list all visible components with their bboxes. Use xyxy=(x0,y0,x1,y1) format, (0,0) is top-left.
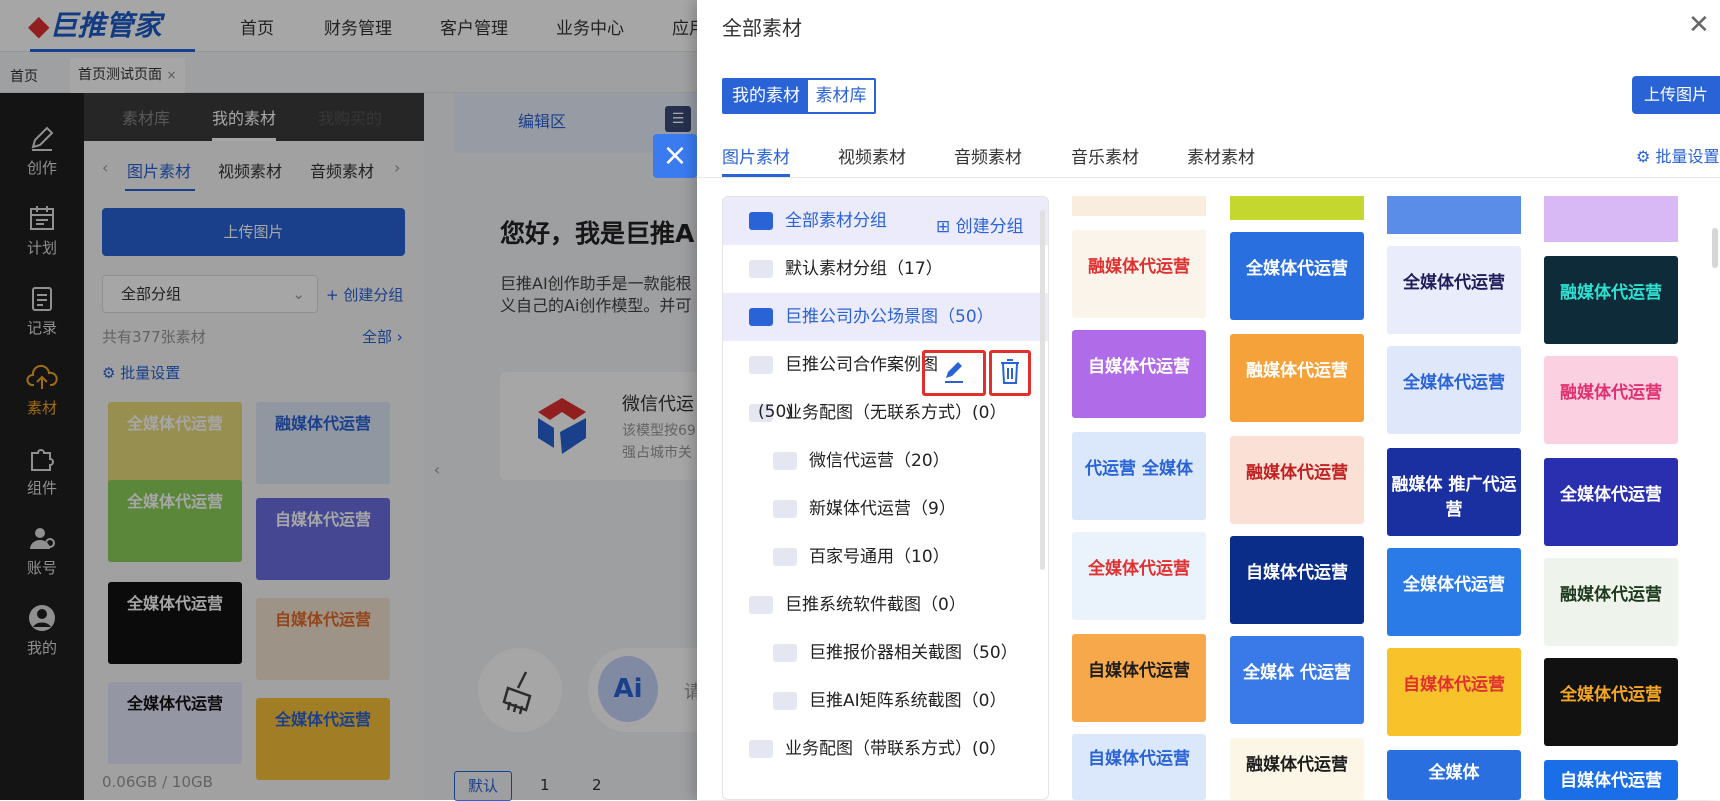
tree-row[interactable]: 新媒体代运营（9） xyxy=(723,485,1048,533)
tree-row-label: 巨推报价器相关截图（50） xyxy=(809,643,1018,663)
tree-row[interactable]: 巨推报价器相关截图（50） xyxy=(723,629,1048,677)
folder-icon xyxy=(749,212,773,230)
drawer-create-group-label: 创建分组 xyxy=(955,217,1024,237)
folder-icon xyxy=(773,692,797,710)
modal-overlay[interactable] xyxy=(0,0,700,800)
grid-thumb[interactable]: 全媒体 代运营 xyxy=(1230,636,1364,724)
edit-icon[interactable] xyxy=(942,358,966,384)
grid-thumb[interactable]: 融媒体代运营 xyxy=(1230,334,1364,422)
drawer-tab-music[interactable]: 音乐素材 xyxy=(1071,143,1139,168)
folder-icon xyxy=(749,740,773,758)
drawer-tab-video[interactable]: 视频素材 xyxy=(838,143,906,168)
grid-thumb[interactable]: 融媒体代运营 xyxy=(1230,436,1364,524)
grid-thumb[interactable]: 自媒体代运营 xyxy=(1230,536,1364,624)
folder-icon xyxy=(749,356,773,374)
tree-row-label: 微信代运营（20） xyxy=(809,451,950,471)
tree-row[interactable]: 微信代运营（20） xyxy=(723,437,1048,485)
tree-row-label: 业务配图（无联系方式）(0） xyxy=(785,403,1007,423)
grid-thumb[interactable]: 自媒体代运营 xyxy=(1544,760,1678,800)
segment-my-material[interactable]: 我的素材 xyxy=(724,80,808,112)
tree-row-label: 巨推公司办公场景图（50） xyxy=(785,307,994,327)
grid-thumb[interactable]: 全媒体代运营 xyxy=(1230,232,1364,320)
gear-icon: ⚙ xyxy=(1636,147,1656,166)
folder-icon xyxy=(773,644,797,662)
grid-thumb[interactable]: 代运营 全媒体 xyxy=(1072,432,1206,520)
grid-thumb[interactable]: 全媒体代运营 xyxy=(1544,658,1678,746)
folder-icon xyxy=(749,596,773,614)
tree-row-label: 默认素材分组（17） xyxy=(785,259,943,279)
folder-icon xyxy=(749,260,773,278)
grid-thumb[interactable]: 融媒体代运营 xyxy=(1230,738,1364,800)
grid-thumb[interactable]: 自媒体代运营 xyxy=(1072,330,1206,418)
grid-thumb[interactable]: 融媒体代运营 xyxy=(1072,230,1206,318)
close-icon[interactable]: ✕ xyxy=(1688,10,1710,40)
trash-icon[interactable] xyxy=(998,356,1022,386)
grid-thumb[interactable]: 融媒体代运营 xyxy=(1544,558,1678,646)
grid-thumb[interactable]: 全媒体代运营 xyxy=(1387,346,1521,434)
grid-thumb[interactable]: 自媒体代运营 xyxy=(1072,734,1206,800)
drawer-tab-audio[interactable]: 音频素材 xyxy=(954,143,1022,168)
folder-icon xyxy=(773,548,797,566)
drawer-upload-button[interactable]: 上传图片 xyxy=(1632,76,1720,114)
grid-thumb[interactable]: 自媒体代运营 xyxy=(1072,634,1206,722)
tree-row-label: 全部素材分组 xyxy=(785,211,887,231)
tree-row[interactable]: 百家号通用（10） xyxy=(723,533,1048,581)
tree-row-label: 巨推系统软件截图（0） xyxy=(785,595,966,615)
grid-thumb[interactable]: 全媒体 xyxy=(1387,750,1521,800)
drawer-batch-label: 批量设置 xyxy=(1655,147,1720,166)
drawer-tab-image[interactable]: 图片素材 xyxy=(722,143,790,168)
tree-row[interactable]: 默认素材分组（17） xyxy=(723,245,1048,293)
tree-row-label: 巨推AI矩阵系统截图（0） xyxy=(809,691,1007,711)
case-count: (50) xyxy=(758,402,793,422)
grid-thumb-partial[interactable] xyxy=(1387,196,1521,234)
grid-thumb-partial[interactable] xyxy=(1544,196,1678,242)
tree-scrollbar[interactable] xyxy=(1040,210,1045,570)
grid-thumb[interactable]: 全媒体代运营 xyxy=(1387,548,1521,636)
segment-library[interactable]: 素材库 xyxy=(808,80,874,112)
tree-row[interactable]: 巨推公司办公场景图（50） xyxy=(723,293,1048,341)
close-x-icon[interactable]: × xyxy=(653,134,697,178)
grid-thumb[interactable]: 全媒体代运营 xyxy=(1387,246,1521,334)
tree-row[interactable]: 巨推AI矩阵系统截图（0） xyxy=(723,677,1048,725)
grid-thumb-partial[interactable] xyxy=(1230,196,1364,220)
grid-thumb[interactable]: 全媒体代运营 xyxy=(1544,458,1678,546)
folder-icon xyxy=(773,452,797,470)
tree-row[interactable]: 业务配图（带联系方式）(0） xyxy=(723,725,1048,773)
drawer-create-group[interactable]: ⊞ 创建分组 xyxy=(936,212,1024,237)
grid-thumb-partial[interactable] xyxy=(1072,196,1206,216)
group-tree: 全部素材分组 默认素材分组（17） 巨推公司办公场景图（50） 巨推公司合作案例… xyxy=(722,196,1049,800)
tree-row-label: 新媒体代运营（9） xyxy=(809,499,956,519)
drawer-tab-other[interactable]: 素材素材 xyxy=(1187,143,1255,168)
tree-row-label: 巨推公司合作案例图 xyxy=(785,355,938,375)
grid-thumb[interactable]: 融媒体代运营 xyxy=(1544,256,1678,344)
grid-thumb[interactable]: 融媒体 推广代运营 xyxy=(1387,448,1521,536)
grid-thumb[interactable]: 自媒体代运营 xyxy=(1387,648,1521,736)
grid-scrollbar[interactable] xyxy=(1712,228,1718,268)
folder-icon xyxy=(773,500,797,518)
folder-plus-icon: ⊞ xyxy=(936,217,956,237)
drawer-tab-divider xyxy=(697,177,1720,178)
drawer-batch-settings[interactable]: ⚙ 批量设置 xyxy=(1636,143,1719,167)
tree-row[interactable]: 巨推系统软件截图（0） xyxy=(723,581,1048,629)
tree-row-label: 业务配图（带联系方式）(0） xyxy=(785,739,1007,759)
drawer-title: 全部素材 xyxy=(722,16,802,40)
grid-thumb[interactable]: 融媒体代运营 xyxy=(1544,356,1678,444)
grid-thumb[interactable]: 全媒体代运营 xyxy=(1072,532,1206,620)
tree-row-label: 百家号通用（10） xyxy=(809,547,950,567)
folder-icon xyxy=(749,308,773,326)
